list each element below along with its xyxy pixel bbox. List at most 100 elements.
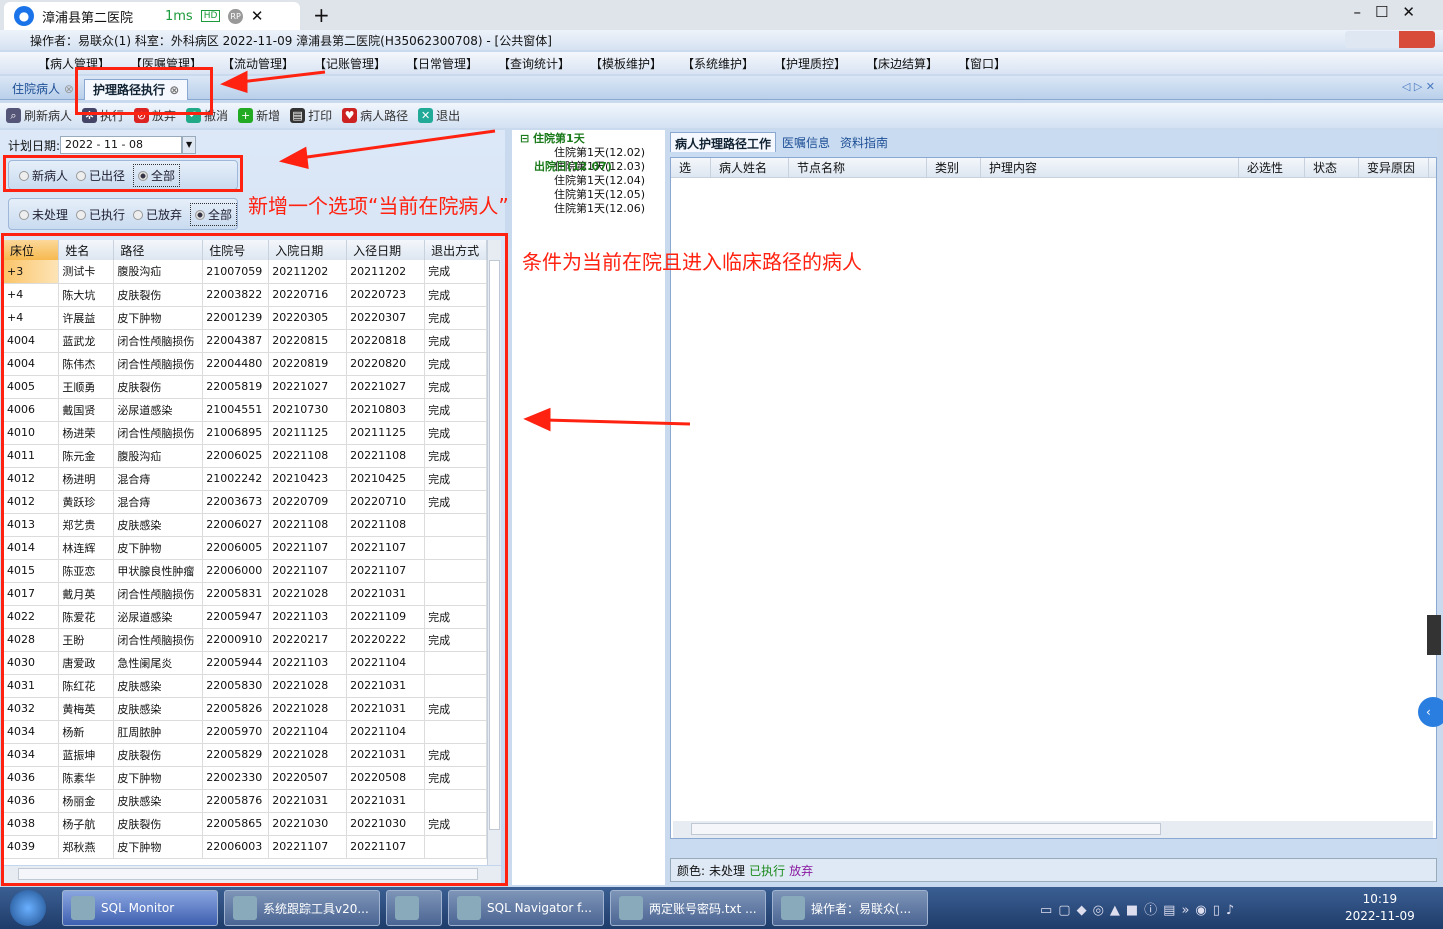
new-tab-button[interactable]: + [313,3,330,27]
taskbar-item[interactable]: SQL Monitor [62,890,218,926]
menu-item[interactable]: 【流动管理】 [222,55,314,72]
tree-node-label: 住院第1天(12.04) [554,174,646,187]
color-legend: 颜色: 未处理 已执行 放弃 [670,858,1437,882]
app-icon [71,896,95,920]
tree-node-label: 住院第1天(12.02) [554,146,646,159]
window-controls[interactable]: –☐✕ [1353,3,1429,21]
radio-icon [133,209,143,220]
toolbar-button-1[interactable]: ⌕ 刷新病人 [6,107,72,124]
annotation-note-new-option: 新增一个选项“当前在院病人” [248,194,509,218]
radio-icon [76,209,86,220]
browser-tab-title: 漳浦县第二医院 [42,10,134,26]
system-tray-icons[interactable]: ▭▢◆◎▲■ⓘ▤»◉▯♪ [1040,899,1240,918]
right-tab[interactable]: 资料指南 [836,132,892,152]
hd-badge[interactable]: HD [200,10,221,22]
plan-date: 计划日期: 2022 - 11 - 08 ▼ [8,136,197,154]
status-group: 未处理 已执行 已放弃 全部 [8,198,238,230]
column-header[interactable]: 选 [671,158,711,177]
radio-label: 已放弃 [146,207,183,222]
menu-item[interactable]: 【床边结算】 [866,55,958,72]
menu-item[interactable]: 【护理质控】 [774,55,866,72]
tree-node[interactable]: 住院第1天(12.06) [520,202,665,216]
rp-badge[interactable]: RP [228,8,243,24]
menu-item[interactable]: 【查询统计】 [498,55,590,72]
collapse-button[interactable]: ‹ [1418,697,1443,727]
app-icon [395,896,419,920]
toolbar-button-5[interactable]: + 新增 [238,107,280,124]
annotation-note-condition: 条件为当前在院且进入临床路径的病人 [522,250,862,274]
app-icon [457,896,481,920]
chevron-down-icon[interactable]: ▼ [182,136,197,154]
taskbar-item[interactable]: 两定账号密码.txt ... [610,890,766,926]
start-button[interactable] [10,890,46,926]
tab-inpatients[interactable]: 住院病人 ⊗ [4,79,82,100]
add-icon: + [238,108,254,123]
radio-label: 未处理 [32,207,69,222]
close-icon[interactable]: ⊗ [64,82,74,96]
document-tabs: 住院病人 ⊗ 护理路径执行 ⊗ ◁ ▷ ✕ [0,76,1443,100]
toolbar-button-8[interactable]: ✕ 退出 [418,107,460,124]
menu-item[interactable]: 【窗口】 [958,55,1050,72]
tree-node[interactable]: 住院第1天(12.05) [520,188,665,202]
plan-date-input[interactable]: 2022 - 11 - 08 [60,136,183,154]
patient-path-icon: ♥ [342,108,358,123]
print-icon: ▤ [290,108,306,123]
radio-option[interactable]: 已执行 [76,206,125,223]
window-title-bar: 操作者：易联众(1) 科室：外科病区 2022-11-09 漳浦县第二医院(H3… [0,30,1443,50]
radio-label: 已执行 [89,207,126,222]
right-tab[interactable]: 病人护理路径工作 [670,132,777,152]
toolbar-button-label: 刷新病人 [24,109,73,123]
taskbar-item-label: 操作者：易联众(... [811,901,912,916]
clock-time: 10:19 [1362,892,1398,906]
menu-item[interactable]: 【模板维护】 [590,55,682,72]
radio-option[interactable]: 已放弃 [133,206,182,223]
radio-option[interactable]: 全部 [190,202,237,226]
app-icon [233,896,257,920]
user-icon: ● [14,6,34,26]
taskbar-item[interactable]: 操作者：易联众(... [772,890,928,926]
tab-label: 住院病人 [12,82,61,96]
taskbar-item-label: 两定账号密码.txt ... [649,901,757,916]
tree-node[interactable]: 住院第1天(12.04) [520,174,665,188]
column-header[interactable]: 状态 [1305,158,1359,177]
exit-icon: ✕ [418,108,434,123]
toolbar-button-7[interactable]: ♥ 病人路径 [342,107,408,124]
side-scroll-handle[interactable] [1427,615,1441,655]
menu-item[interactable]: 【日常管理】 [406,55,498,72]
taskbar: SQL Monitor 系统跟踪工具v20... SQL Navigator f..… [0,887,1443,929]
radio-option[interactable]: 未处理 [19,206,68,223]
menu-item[interactable]: 【系统维护】 [682,55,774,72]
browser-tab[interactable]: ● 漳浦县第二医院 1ms HD RP ✕ [4,2,300,30]
tab-nav-icons[interactable]: ◁ ▷ ✕ [1402,80,1435,93]
legend-label: 颜色: [677,863,706,878]
toolbar: ⌕ 刷新病人 ✲ 执行 ⊘ 放弃 ↶ 撤消 + 新增 ▤ 打印 ♥ 病人路径 ✕ 退出 [0,103,1443,128]
taskbar-item[interactable] [386,890,442,926]
tree-root[interactable]: ⊟ 住院第1天 [520,132,665,146]
toolbar-button-label: 退出 [436,109,461,123]
search-icon: ⌕ [6,108,21,123]
taskbar-item[interactable]: 系统跟踪工具v20... [224,890,380,926]
taskbar-item-label: SQL Navigator f... [487,901,592,915]
toolbar-button-6[interactable]: ▤ 打印 [290,107,332,124]
column-header[interactable]: 必选性 [1239,158,1305,177]
close-tab-icon[interactable]: ✕ [251,7,264,25]
tree-node-label: 住院第1天(12.05) [554,188,646,201]
column-header[interactable]: 节点名称 [789,158,927,177]
tree-node[interactable]: 住院第1天(12.02) [520,146,665,160]
legend-item: 已执行 [749,863,786,878]
annotation-box-filter [3,155,243,192]
clock[interactable]: 10:19 2022-11-09 [1345,891,1415,925]
window-buttons[interactable] [1345,31,1435,48]
column-header[interactable]: 类别 [927,158,981,177]
right-tabs: 病人护理路径工作 医嘱信息 资料指南 [670,132,892,152]
menu-item[interactable]: 【记账管理】 [314,55,406,72]
annotation-box-tab [75,67,213,115]
right-tab[interactable]: 医嘱信息 [778,132,834,152]
horizontal-scrollbar[interactable] [673,821,1433,838]
legend-item: 放弃 [789,863,814,878]
column-header[interactable]: 变异原因 [1359,158,1429,177]
column-header[interactable]: 病人姓名 [711,158,789,177]
taskbar-item[interactable]: SQL Navigator f... [448,890,604,926]
column-header[interactable]: 护理内容 [981,158,1239,177]
toolbar-button-label: 打印 [308,109,333,123]
